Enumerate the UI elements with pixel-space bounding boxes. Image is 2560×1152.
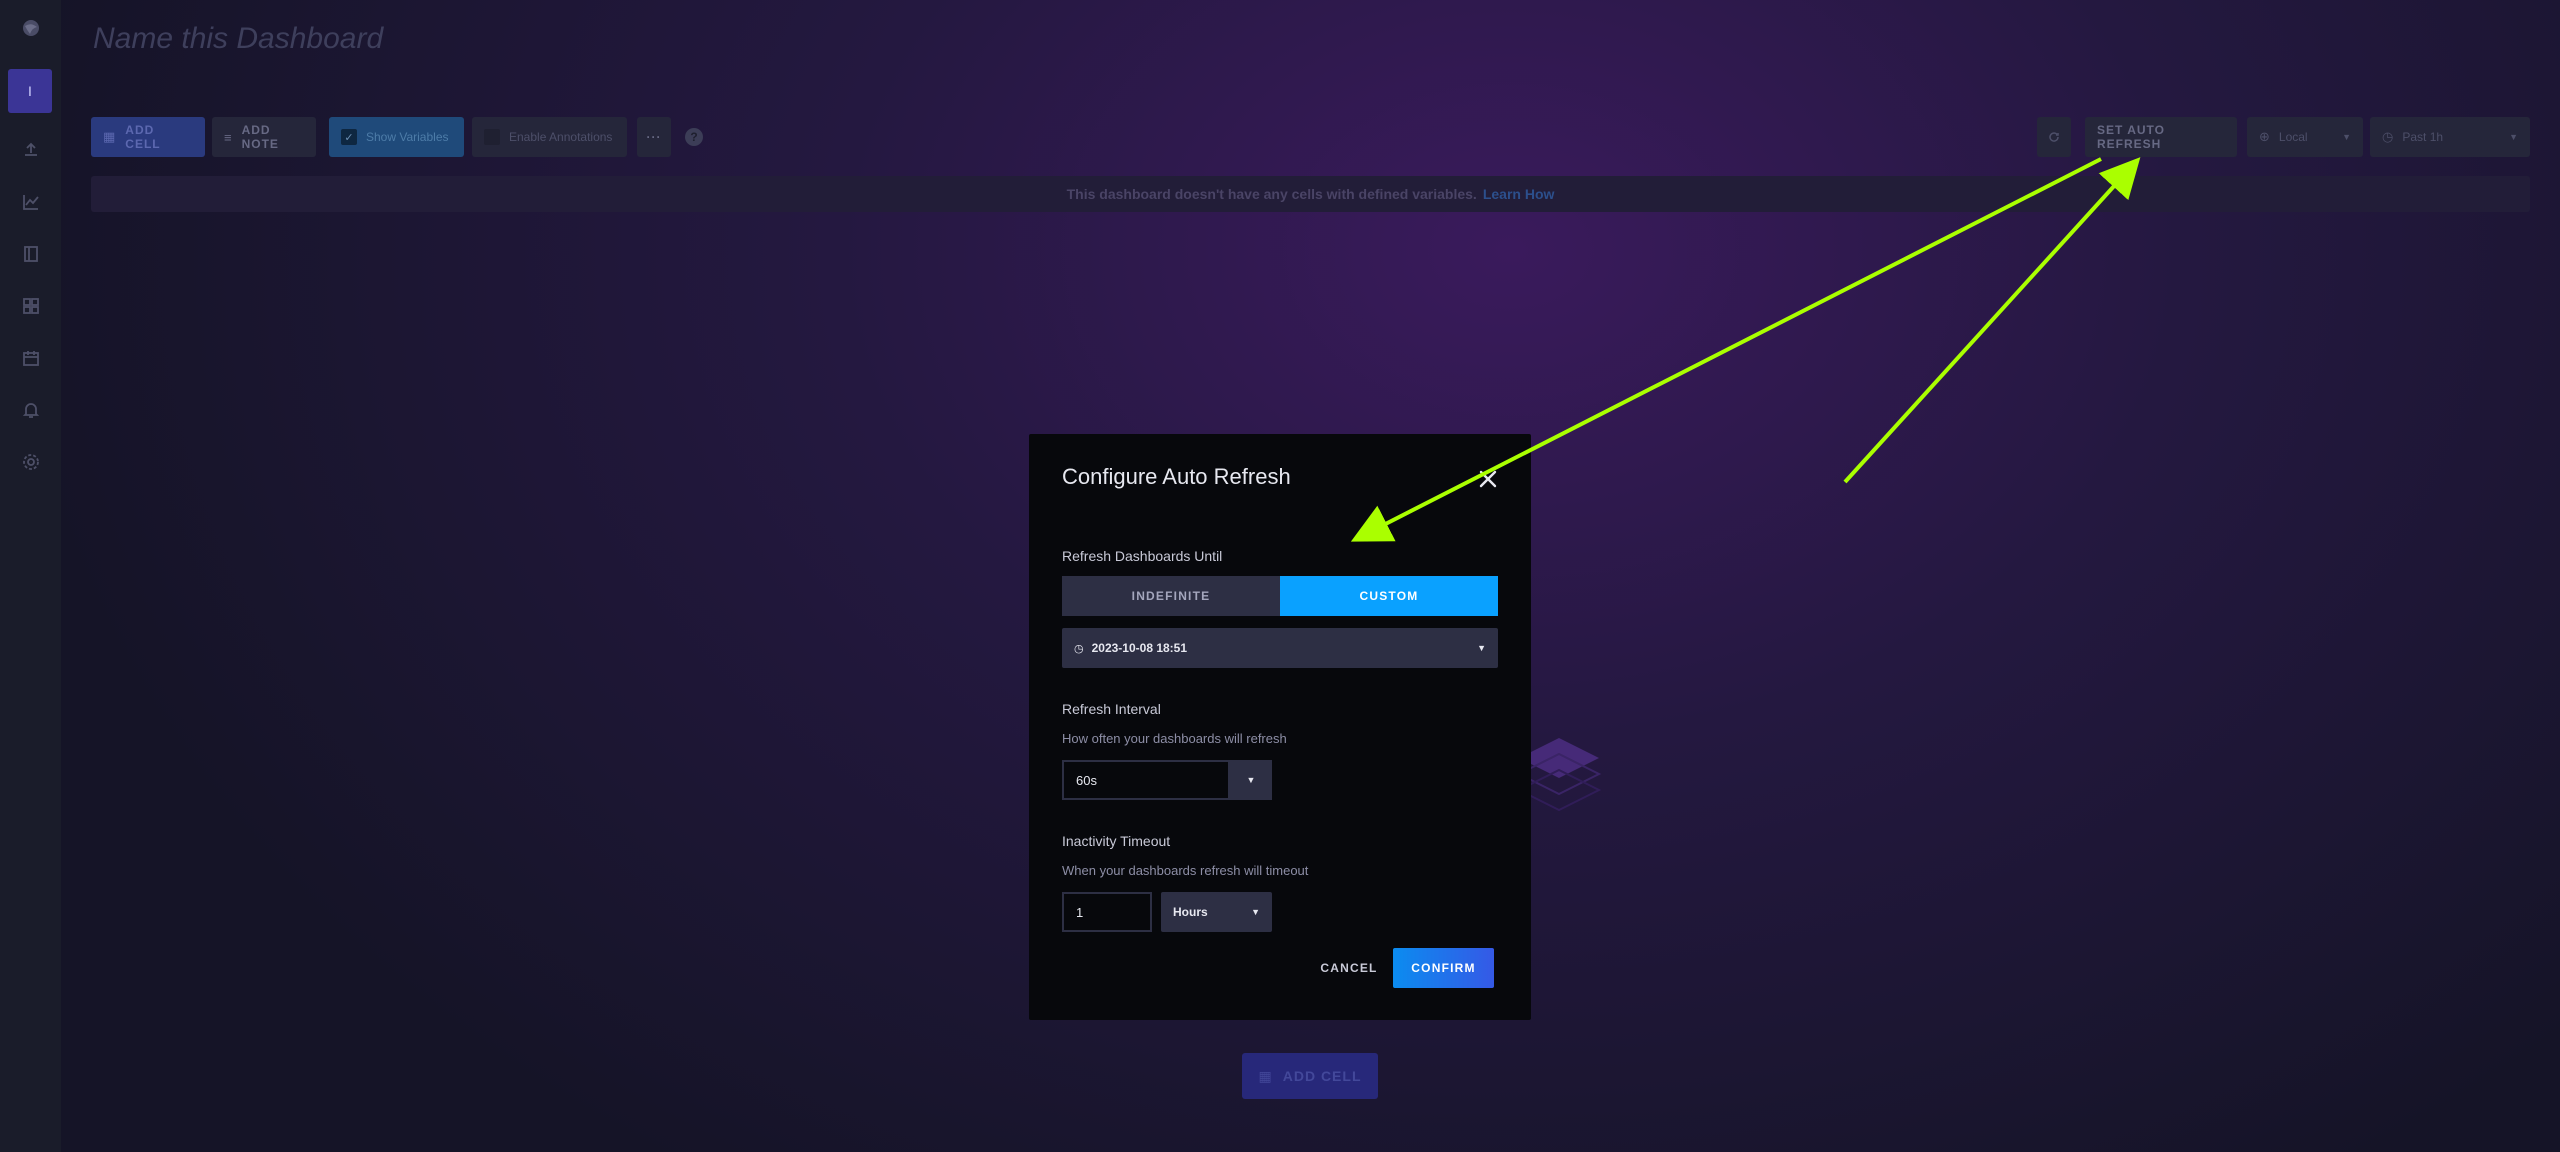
timeout-unit-dropdown[interactable]: Hours ▼ (1161, 892, 1272, 932)
timezone-value: Local (2278, 130, 2308, 144)
show-variables-toggle[interactable]: ✓ Show Variables (329, 117, 464, 157)
interval-help: How often your dashboards will refresh (1062, 731, 1287, 746)
upload-icon[interactable] (0, 128, 61, 172)
add-cell-button[interactable]: ▦ ADD CELL (91, 117, 205, 157)
until-datetime-value: 2023-10-08 18:51 (1091, 641, 1188, 655)
cancel-button[interactable]: CANCEL (1304, 948, 1394, 988)
dashboard-title[interactable]: Name this Dashboard (93, 22, 383, 56)
chevron-down-icon: ▼ (2342, 132, 2351, 142)
chevron-down-icon: ▼ (1477, 643, 1486, 653)
clock-icon: ◷ (1074, 642, 1084, 655)
time-range-value: Past 1h (2402, 130, 2444, 144)
refresh-until-label: Refresh Dashboards Until (1062, 548, 1223, 564)
learn-how-link[interactable]: Learn How (1483, 186, 1555, 202)
chevron-down-icon: ▼ (2509, 132, 2518, 142)
timeout-label: Inactivity Timeout (1062, 833, 1171, 849)
globe-icon: ⊕ (2259, 129, 2270, 144)
set-auto-refresh-button[interactable]: SET AUTO REFRESH (2085, 117, 2237, 157)
enable-annotations-label: Enable Annotations (509, 130, 613, 144)
notebook-icon[interactable] (0, 232, 61, 276)
checkbox-checked-icon: ✓ (341, 129, 357, 145)
timezone-dropdown[interactable]: ⊕ Local ▼ (2247, 117, 2363, 157)
grid-icon: ▦ (103, 129, 117, 144)
interval-label: Refresh Interval (1062, 701, 1161, 717)
until-datetime-dropdown[interactable]: ◷ 2023-10-08 18:51 ▼ (1062, 628, 1498, 668)
interval-input[interactable] (1062, 760, 1230, 800)
time-range-dropdown[interactable]: ◷ Past 1h ▼ (2370, 117, 2530, 157)
add-note-label: ADD NOTE (241, 123, 279, 151)
set-auto-refresh-label: SET AUTO REFRESH (2097, 123, 2166, 151)
timeout-help: When your dashboards refresh will timeou… (1062, 863, 1309, 878)
timeout-unit-value: Hours (1173, 905, 1208, 919)
grid-icon: ▦ (1258, 1067, 1273, 1084)
help-icon[interactable]: ? (685, 128, 703, 146)
more-options-button[interactable]: ··· (637, 117, 671, 157)
nav-item-active[interactable]: I (8, 69, 52, 113)
refresh-icon (2049, 132, 2059, 142)
chevron-down-icon: ▼ (1251, 907, 1260, 917)
logo-icon[interactable] (0, 6, 61, 50)
modal-title: Configure Auto Refresh (1062, 464, 1291, 489)
empty-add-cell-button[interactable]: ▦ ADD CELL (1242, 1053, 1378, 1099)
bell-icon[interactable] (0, 388, 61, 432)
note-icon: ≡ (224, 129, 233, 145)
timeout-input[interactable] (1062, 892, 1152, 932)
nav-active-label: I (28, 83, 32, 99)
ellipsis-icon: ··· (646, 130, 662, 144)
auto-refresh-modal: Configure Auto Refresh Refresh Dashboard… (1029, 434, 1531, 1020)
chevron-down-icon: ▼ (1246, 775, 1256, 785)
banner-message: This dashboard doesn't have any cells wi… (1066, 186, 1477, 202)
empty-add-cell-label: ADD CELL (1282, 1068, 1362, 1084)
settings-icon[interactable] (0, 440, 61, 484)
show-variables-label: Show Variables (366, 130, 449, 144)
confirm-button[interactable]: CONFIRM (1393, 948, 1494, 988)
clock-icon: ◷ (2382, 129, 2394, 144)
refresh-now-button[interactable] (2037, 117, 2071, 157)
dashboards-icon[interactable] (0, 284, 61, 328)
calendar-icon[interactable] (0, 336, 61, 380)
checkbox-empty-icon (484, 129, 500, 145)
variables-banner: This dashboard doesn't have any cells wi… (91, 176, 2530, 212)
side-navigation: I (0, 0, 61, 1152)
interval-dropdown-toggle[interactable]: ▼ (1230, 760, 1272, 800)
enable-annotations-toggle[interactable]: Enable Annotations (472, 117, 627, 157)
graph-icon[interactable] (0, 180, 61, 224)
close-icon[interactable] (1473, 464, 1503, 494)
indefinite-option[interactable]: INDEFINITE (1062, 576, 1280, 616)
add-cell-label: ADD CELL (125, 123, 161, 151)
custom-option[interactable]: CUSTOM (1280, 576, 1498, 616)
add-note-button[interactable]: ≡ ADD NOTE (212, 117, 316, 157)
